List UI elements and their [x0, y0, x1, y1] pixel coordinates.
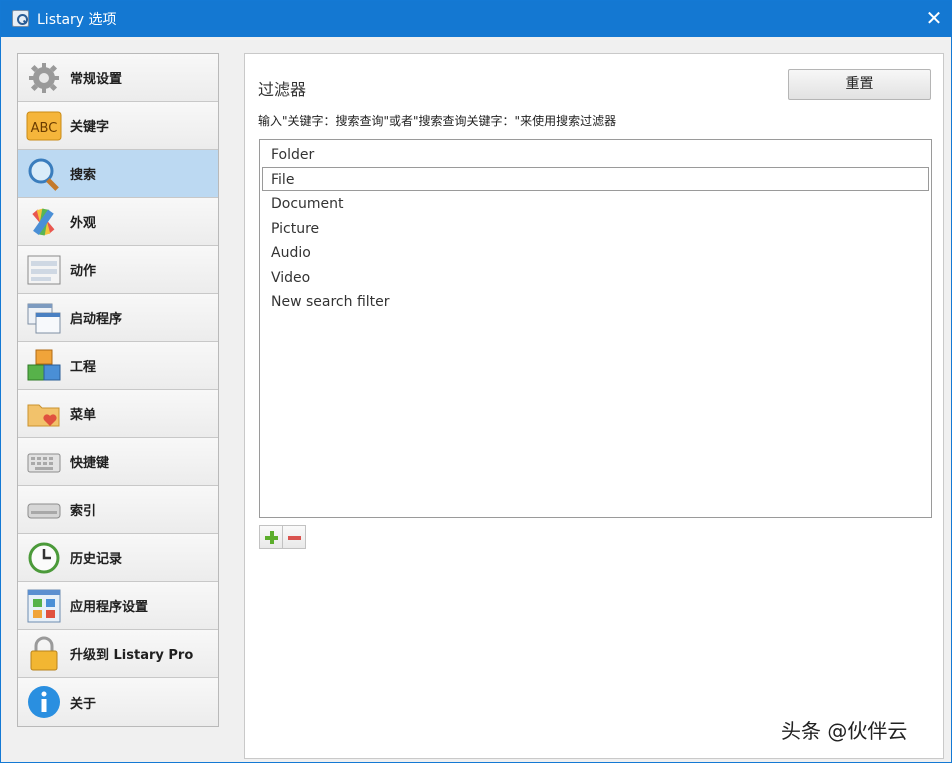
windows-icon: [27, 303, 61, 333]
folder-heart-icon: [27, 404, 60, 426]
sidebar-item-menu[interactable]: 菜单: [18, 390, 218, 438]
sidebar-item-label: 启动程序: [70, 312, 123, 327]
drive-icon: [27, 503, 61, 518]
settings-panel: 过滤器 重置 输入"关键字：搜索查询"或者"搜索查询关键字："来使用搜索过滤器 …: [244, 53, 944, 759]
svg-text:ABC: ABC: [31, 121, 58, 136]
list-item[interactable]: Document: [262, 191, 929, 216]
sidebar-item-keywords[interactable]: ABC 关键字: [18, 102, 218, 150]
title-bar[interactable]: Listary 选项 ✕: [1, 1, 951, 37]
sidebar-item-launcher[interactable]: 启动程序: [18, 294, 218, 342]
sidebar-item-label: 工程: [70, 360, 97, 375]
sidebar-item-hotkeys[interactable]: 快捷键: [18, 438, 218, 486]
window-title: Listary 选项: [37, 12, 117, 28]
sidebar-item-label: 索引: [70, 504, 97, 519]
sidebar-item-actions[interactable]: 动作: [18, 246, 218, 294]
sidebar-item-label: 外观: [70, 216, 97, 231]
sidebar-item-label: 动作: [70, 264, 97, 279]
options-window: Listary 选项 ✕ 常规设置 ABC 关键字 搜索 外观 动作 启动程序 …: [0, 0, 952, 763]
sidebar-item-label: 升级到 Listary Pro: [70, 648, 194, 663]
sidebar-item-app-settings[interactable]: 应用程序设置: [18, 582, 218, 630]
list-item[interactable]: Video: [262, 265, 929, 290]
lock-icon: [30, 636, 58, 670]
filter-hint: 输入"关键字：搜索查询"或者"搜索查询关键字："来使用搜索过滤器: [258, 114, 617, 128]
gear-icon: [29, 62, 59, 93]
listary-app-icon: [12, 10, 29, 27]
sidebar-item-label: 历史记录: [70, 552, 123, 567]
list-item[interactable]: Audio: [262, 240, 929, 265]
section-title: 过滤器: [258, 80, 307, 99]
sidebar-item-index[interactable]: 索引: [18, 486, 218, 534]
reset-button[interactable]: 重置: [788, 69, 931, 100]
palette-icon: [32, 207, 55, 235]
sidebar-item-history[interactable]: 历史记录: [18, 534, 218, 582]
settings-sidebar: 常规设置 ABC 关键字 搜索 外观 动作 启动程序 工程 菜单 快捷键 索引 …: [17, 53, 219, 727]
sidebar-item-label: 搜索: [70, 168, 97, 183]
sidebar-item-general[interactable]: 常规设置: [18, 54, 218, 102]
sidebar-item-about[interactable]: 关于: [18, 678, 218, 726]
sidebar-item-upgrade[interactable]: 升级到 Listary Pro: [18, 630, 218, 678]
sidebar-item-label: 关键字: [70, 120, 110, 135]
watermark: 头条 @伙伴云: [781, 719, 908, 743]
sidebar-item-label: 应用程序设置: [70, 600, 149, 615]
abc-icon: ABC: [26, 111, 62, 140]
add-filter-button[interactable]: [259, 525, 283, 549]
sidebar-item-search[interactable]: 搜索: [18, 150, 218, 198]
actions-icon: [27, 255, 61, 284]
list-item[interactable]: File: [262, 166, 929, 191]
list-item[interactable]: Folder: [262, 142, 929, 167]
history-clock-icon: [28, 542, 60, 573]
sidebar-item-label: 常规设置: [70, 72, 123, 87]
cubes-icon: [27, 349, 61, 380]
magnifier-icon: [28, 158, 59, 191]
app-grid-icon: [27, 589, 61, 622]
filter-list[interactable]: Folder File Document Picture Audio Video…: [259, 139, 932, 518]
info-icon: [28, 686, 60, 718]
list-item[interactable]: New search filter: [262, 289, 929, 314]
sidebar-item-projects[interactable]: 工程: [18, 342, 218, 390]
list-item[interactable]: Picture: [262, 216, 929, 241]
sidebar-item-label: 快捷键: [70, 456, 110, 471]
list-buttons: [259, 525, 306, 549]
sidebar-item-appearance[interactable]: 外观: [18, 198, 218, 246]
sidebar-item-label: 菜单: [70, 408, 97, 423]
remove-filter-button[interactable]: [282, 525, 306, 549]
sidebar-item-label: 关于: [70, 696, 97, 712]
keyboard-icon: [27, 453, 61, 472]
close-button[interactable]: ✕: [917, 1, 951, 37]
